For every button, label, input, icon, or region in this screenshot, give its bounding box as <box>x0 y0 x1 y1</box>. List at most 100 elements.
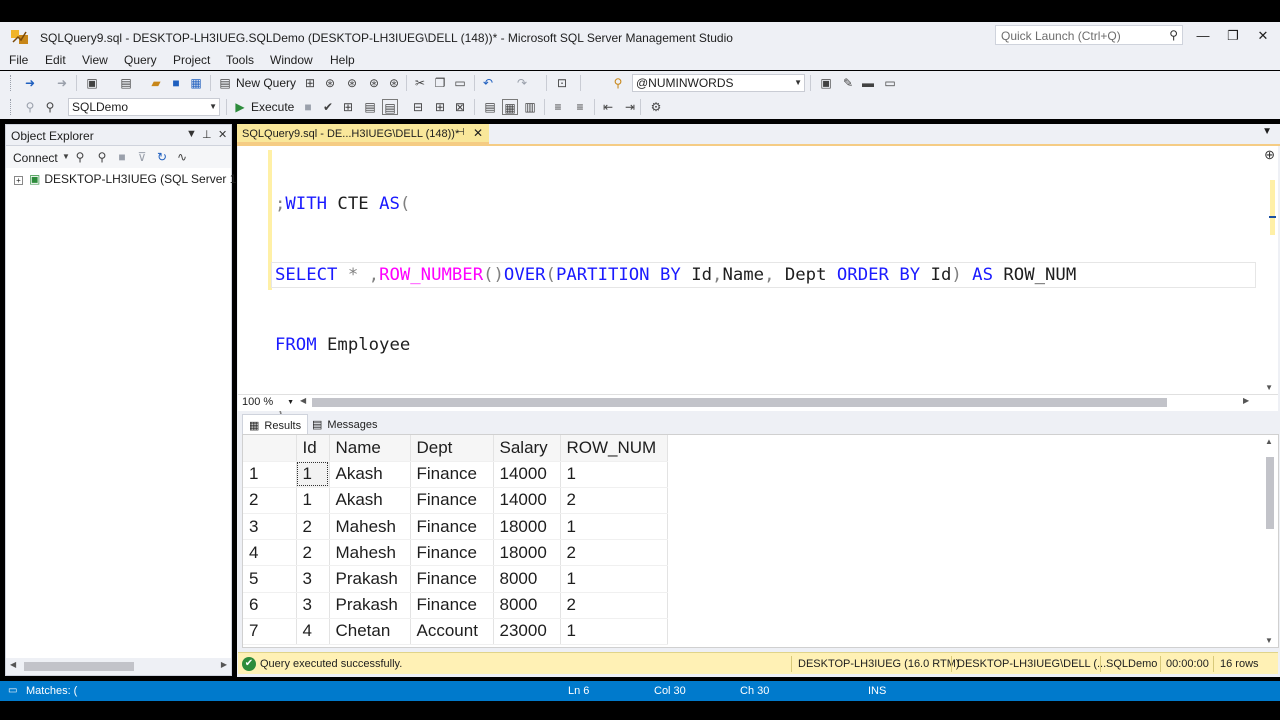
cell-name[interactable]: Akash <box>329 461 411 488</box>
tab-results[interactable]: ▦ Results <box>242 414 309 434</box>
forward-icon[interactable]: ➜ <box>54 75 70 91</box>
cell-name[interactable]: Prakash <box>329 592 411 619</box>
toolbar-grip[interactable] <box>10 75 13 91</box>
cell-id[interactable]: 3 <box>296 565 330 593</box>
add-item-icon[interactable]: ▤ <box>118 75 134 91</box>
disconnect-icon[interactable]: ⚲ <box>94 149 110 165</box>
menu-tools[interactable]: Tools <box>226 53 254 67</box>
cell-salary[interactable]: 8000 <box>493 565 561 593</box>
scroll-up-icon[interactable]: ▲ <box>1265 437 1273 446</box>
execute-icon[interactable]: ▶ <box>232 99 248 115</box>
paste-icon[interactable]: ▭ <box>452 75 468 91</box>
results-to-text-icon[interactable]: ▤ <box>482 99 498 115</box>
tree-node-server[interactable]: + ▣ DESKTOP-LH3IUEG (SQL Server 16.0.1 <box>14 172 263 186</box>
menu-edit[interactable]: Edit <box>45 53 66 67</box>
cell-dept[interactable]: Finance <box>410 461 494 488</box>
cell-id[interactable]: 2 <box>296 539 330 567</box>
dax-query-icon[interactable]: ⊛ <box>386 75 402 91</box>
column-header-name[interactable]: Name <box>329 435 411 462</box>
menu-query[interactable]: Query <box>124 53 157 67</box>
cell-dept[interactable]: Finance <box>410 539 494 567</box>
row-number[interactable]: 7 <box>243 618 297 646</box>
table-row[interactable]: 3 2 Mahesh Finance 18000 1 <box>243 513 668 541</box>
menu-help[interactable]: Help <box>330 53 355 67</box>
back-icon[interactable]: ➜ <box>22 75 38 91</box>
row-number[interactable]: 5 <box>243 565 297 593</box>
undo-icon[interactable]: ↶ <box>480 75 496 91</box>
refresh-icon[interactable]: ↻ <box>154 149 170 165</box>
close-button[interactable]: ✕ <box>1248 26 1278 46</box>
copy-icon[interactable]: ❐ <box>432 75 448 91</box>
toolbar-grip[interactable] <box>10 99 13 115</box>
cell-row-num[interactable]: 1 <box>560 565 668 593</box>
specify-values-icon[interactable]: ⚙ <box>648 99 664 115</box>
scroll-down-icon[interactable]: ▼ <box>1265 383 1273 392</box>
query-editor[interactable]: ;WITH CTE AS( SELECT * ,ROW_NUMBER()OVER… <box>238 146 1278 567</box>
command-window-icon[interactable]: ▭ <box>882 75 898 91</box>
results-vscrollbar[interactable]: ▲ ▼ <box>1261 435 1278 647</box>
scrollbar-thumb[interactable] <box>1266 457 1274 529</box>
query-options-icon[interactable]: ⊟ <box>410 99 426 115</box>
properties-icon[interactable]: ▣ <box>818 75 834 91</box>
connect-icon[interactable]: ⚲ <box>22 99 38 115</box>
cell-dept[interactable]: Finance <box>410 565 494 593</box>
save-icon[interactable]: ■ <box>168 75 184 91</box>
cell-name[interactable]: Akash <box>329 487 411 515</box>
close-icon[interactable]: ✕ <box>218 128 227 141</box>
redo-icon[interactable]: ↷ <box>514 75 530 91</box>
menu-window[interactable]: Window <box>270 53 313 67</box>
connect-object-icon[interactable]: ⚲ <box>72 149 88 165</box>
cell-name[interactable]: Prakash <box>329 565 411 593</box>
quick-launch-input[interactable]: Quick Launch (Ctrl+Q) ⚲ <box>995 25 1183 45</box>
column-header-dept[interactable]: Dept <box>410 435 494 462</box>
split-editor-icon[interactable]: ⊕ <box>1264 147 1275 163</box>
cell-row-num[interactable]: 1 <box>560 461 668 488</box>
increase-indent-icon[interactable]: ⇥ <box>622 99 638 115</box>
tab-messages[interactable]: ▤ Messages <box>306 414 384 434</box>
zoom-combo[interactable]: 100 % ▼ <box>240 395 296 410</box>
table-row[interactable]: 1 1 Akash Finance 14000 1 <box>243 461 668 488</box>
cell-salary[interactable]: 14000 <box>493 461 561 488</box>
table-row[interactable]: 5 3 Prakash Finance 8000 1 <box>243 565 668 593</box>
editor-vscrollbar[interactable]: ⊕ ▼ <box>1258 146 1278 394</box>
results-grid-icon[interactable]: ▦ <box>502 99 518 115</box>
cut-icon[interactable]: ✂ <box>412 75 428 91</box>
new-query-icon[interactable]: ▤ <box>217 75 233 91</box>
cell-id[interactable]: 1 <box>296 461 330 488</box>
database-combo[interactable]: SQLDemo ▼ <box>68 98 220 116</box>
table-row[interactable]: 6 3 Prakash Finance 8000 2 <box>243 592 668 619</box>
row-number[interactable]: 6 <box>243 592 297 619</box>
maximize-button[interactable]: ❐ <box>1218 26 1248 46</box>
filter-icon[interactable]: ⊽ <box>134 149 150 165</box>
scroll-down-icon[interactable]: ▼ <box>1265 636 1273 645</box>
cell-name[interactable]: Mahesh <box>329 513 411 541</box>
menu-view[interactable]: View <box>82 53 108 67</box>
cell-salary[interactable]: 23000 <box>493 618 561 646</box>
results-to-grid-icon[interactable]: ▤ <box>382 99 398 115</box>
results-to-file-icon[interactable]: ▥ <box>522 99 538 115</box>
results-grid[interactable]: Id Name Dept Salary ROW_NUM 1 1 Akash Fi… <box>242 434 1279 648</box>
scroll-right-icon[interactable]: ▶ <box>1243 396 1249 405</box>
pin-icon[interactable]: ⊣ <box>456 127 465 138</box>
parse-icon[interactable]: ✔ <box>320 99 336 115</box>
cell-id[interactable]: 1 <box>296 487 330 515</box>
decrease-indent-icon[interactable]: ⇤ <box>600 99 616 115</box>
find-combo[interactable]: @NUMINWORDS ▼ <box>632 74 805 92</box>
wrench-icon[interactable]: ✎ <box>840 75 856 91</box>
row-number[interactable]: 4 <box>243 539 297 567</box>
xmla-query-icon[interactable]: ⊛ <box>366 75 382 91</box>
scrollbar-thumb[interactable] <box>24 662 134 671</box>
stop-icon[interactable]: ■ <box>300 99 316 115</box>
save-all-icon[interactable]: ▦ <box>188 75 204 91</box>
cell-id[interactable]: 3 <box>296 592 330 619</box>
change-connection-icon[interactable]: ⚲ <box>42 99 58 115</box>
comment-icon[interactable]: ≡ <box>550 99 566 115</box>
uncomment-icon[interactable]: ≡ <box>572 99 588 115</box>
cell-dept[interactable]: Finance <box>410 487 494 515</box>
cell-name[interactable]: Mahesh <box>329 539 411 567</box>
cell-dept[interactable]: Finance <box>410 513 494 541</box>
cell-id[interactable]: 2 <box>296 513 330 541</box>
column-header-salary[interactable]: Salary <box>493 435 561 462</box>
find-icon[interactable]: ⚲ <box>610 75 626 91</box>
pin-icon[interactable]: ⊥ <box>202 128 212 141</box>
